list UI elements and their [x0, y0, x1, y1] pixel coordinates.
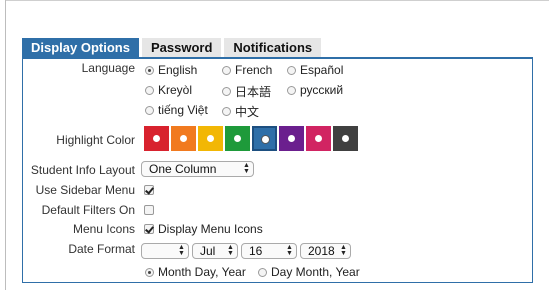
- radio-chinese[interactable]: [222, 107, 231, 116]
- student-info-layout-select[interactable]: One Column ▲ ▼: [141, 161, 254, 177]
- tab-display-options[interactable]: Display Options: [22, 38, 139, 57]
- highlight-color-swatch[interactable]: [306, 126, 331, 151]
- highlight-color-swatch[interactable]: [252, 126, 277, 151]
- language-option-french[interactable]: French: [222, 63, 272, 77]
- swatch-radio-dot: [288, 135, 295, 142]
- select-arrows-icon: ▲ ▼: [178, 244, 185, 257]
- swatch-radio-dot: [261, 135, 270, 144]
- highlight-color-swatch[interactable]: [279, 126, 304, 151]
- language-option-label: English: [158, 63, 198, 77]
- select-arrows-icon: ▲ ▼: [340, 244, 347, 257]
- date-order-label: Month Day, Year: [158, 265, 246, 279]
- radio-vietnamese[interactable]: [145, 105, 154, 115]
- menu-icons-checkbox[interactable]: [144, 224, 154, 234]
- month-select[interactable]: Jul ▲ ▼: [192, 243, 238, 259]
- highlight-color-swatch[interactable]: [144, 126, 169, 151]
- tab-notifications[interactable]: Notifications: [224, 38, 322, 57]
- language-option-vietnamese[interactable]: tiếng Việt: [145, 103, 208, 117]
- radio-french[interactable]: [222, 65, 231, 75]
- swatch-radio-dot: [342, 135, 349, 142]
- swatch-radio-dot: [153, 135, 160, 142]
- radio-espanol[interactable]: [287, 65, 296, 75]
- language-option-espanol[interactable]: Español: [287, 63, 343, 77]
- date-order-day-month-year[interactable]: Day Month, Year: [258, 265, 360, 279]
- date-order-month-day-year[interactable]: Month Day, Year: [145, 265, 246, 279]
- student-info-layout-value: One Column: [149, 162, 217, 176]
- language-option-label: русский: [300, 83, 344, 97]
- language-option-label: 中文: [235, 105, 260, 119]
- language-option-russian[interactable]: русский: [287, 83, 343, 97]
- day-value: 16: [249, 244, 263, 258]
- radio-russian[interactable]: [287, 85, 296, 95]
- language-option-label: tiếng Việt: [158, 103, 208, 117]
- highlight-color-label: Highlight Color: [56, 133, 135, 147]
- menu-icons-text: Display Menu Icons: [158, 222, 263, 236]
- language-option-label: Español: [300, 63, 344, 77]
- menu-icons-option[interactable]: Display Menu Icons: [144, 222, 263, 236]
- select-arrows-icon: ▲ ▼: [227, 244, 234, 257]
- select-arrows-icon: ▲ ▼: [243, 162, 250, 175]
- radio-kreyol[interactable]: [145, 85, 154, 95]
- swatch-radio-dot: [207, 135, 214, 142]
- radio-japanese[interactable]: [222, 87, 231, 96]
- select-arrows-icon: ▲ ▼: [286, 244, 293, 257]
- highlight-color-swatch[interactable]: [333, 126, 358, 151]
- date-format-label: Date Format: [68, 242, 135, 256]
- language-option-kreyol[interactable]: Kreyòl: [145, 83, 192, 97]
- page-left-border: [5, 0, 6, 290]
- default-filters-on-label: Default Filters On: [41, 203, 135, 217]
- swatch-radio-dot: [234, 135, 241, 142]
- radio-english[interactable]: [145, 65, 154, 75]
- default-filters-on-checkbox[interactable]: [144, 205, 154, 215]
- year-select[interactable]: 2018 ▲ ▼: [300, 243, 351, 259]
- highlight-color-swatch[interactable]: [171, 126, 196, 151]
- language-option-english[interactable]: English: [145, 63, 197, 77]
- month-value: Jul: [200, 244, 216, 258]
- student-info-layout-label: Student Info Layout: [30, 163, 135, 177]
- use-sidebar-menu-label: Use Sidebar Menu: [35, 183, 135, 197]
- language-option-label: French: [235, 63, 273, 77]
- use-sidebar-menu-checkbox[interactable]: [144, 185, 154, 195]
- highlight-color-swatch[interactable]: [198, 126, 223, 151]
- page-top-border: [5, 0, 549, 1]
- tab-bar: Display Options Password Notifications: [22, 38, 324, 57]
- date-format-select-1[interactable]: ▲ ▼: [141, 243, 189, 259]
- language-option-chinese[interactable]: 中文: [222, 103, 259, 120]
- tab-password[interactable]: Password: [141, 38, 222, 57]
- language-label: Language: [81, 61, 135, 75]
- radio-month-day-year[interactable]: [145, 267, 154, 277]
- radio-day-month-year[interactable]: [258, 267, 267, 277]
- highlight-color-swatch[interactable]: [225, 126, 250, 151]
- menu-icons-label: Menu Icons: [72, 222, 135, 236]
- swatch-radio-dot: [315, 135, 322, 142]
- day-select[interactable]: 16 ▲ ▼: [241, 243, 297, 259]
- swatch-radio-dot: [180, 135, 187, 142]
- language-option-label: 日本語: [235, 85, 272, 99]
- date-order-label: Day Month, Year: [271, 265, 360, 279]
- language-option-label: Kreyòl: [158, 83, 193, 97]
- year-value: 2018: [308, 244, 335, 258]
- language-option-japanese[interactable]: 日本語: [222, 83, 271, 100]
